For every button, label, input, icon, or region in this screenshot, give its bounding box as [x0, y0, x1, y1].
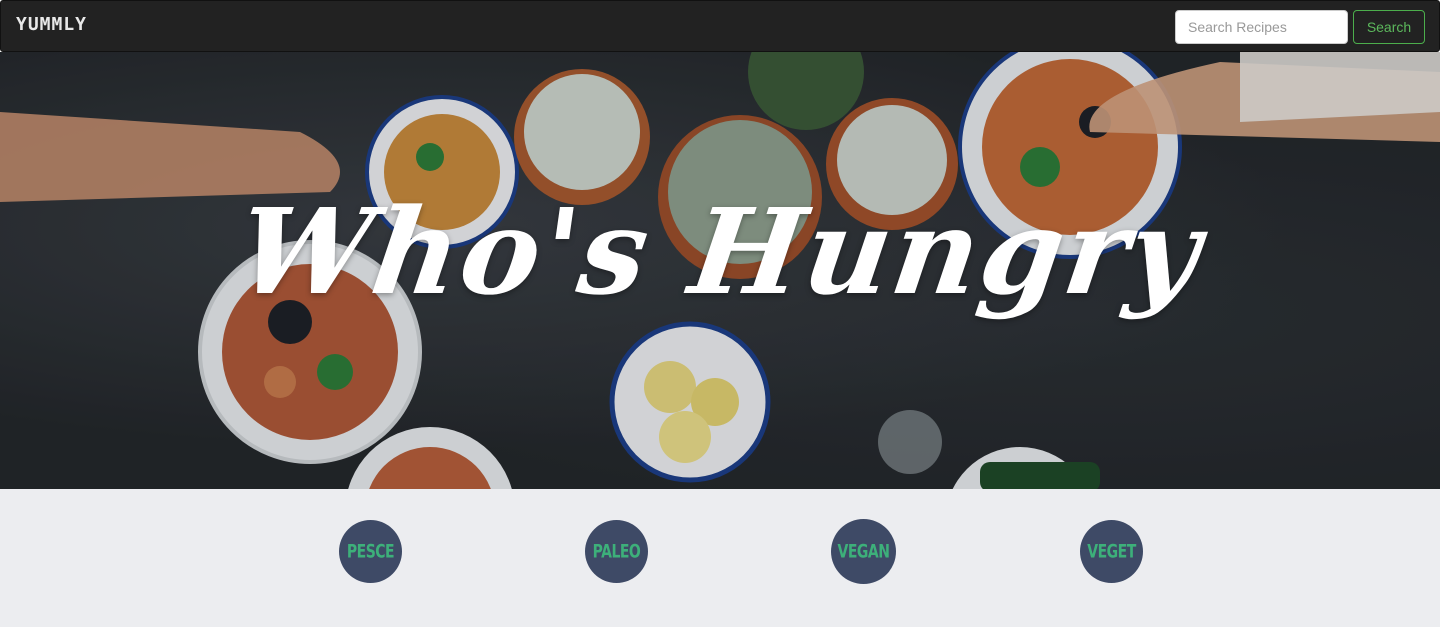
hero-banner: Who's Hungry: [0, 52, 1440, 489]
diet-vegan-button[interactable]: VEGAN: [831, 519, 896, 584]
diet-label: PALEO: [592, 540, 641, 563]
diet-pesce-button[interactable]: PESCE: [339, 520, 402, 583]
diet-label: VEGET: [1087, 540, 1136, 563]
diet-label: VEGAN: [837, 540, 890, 563]
brand-logo[interactable]: YUMMLY: [16, 14, 87, 35]
diet-vegetarian-button[interactable]: VEGET: [1080, 520, 1143, 583]
diet-label: PESCE: [346, 540, 395, 563]
hero-title: Who's Hungry: [229, 182, 1211, 321]
search-button[interactable]: Search: [1353, 10, 1425, 44]
navbar: YUMMLY Search: [0, 0, 1440, 52]
diet-paleo-button[interactable]: PALEO: [585, 520, 648, 583]
search-input[interactable]: [1175, 10, 1348, 44]
diet-categories: PESCE PALEO VEGAN VEGET: [0, 489, 1440, 627]
